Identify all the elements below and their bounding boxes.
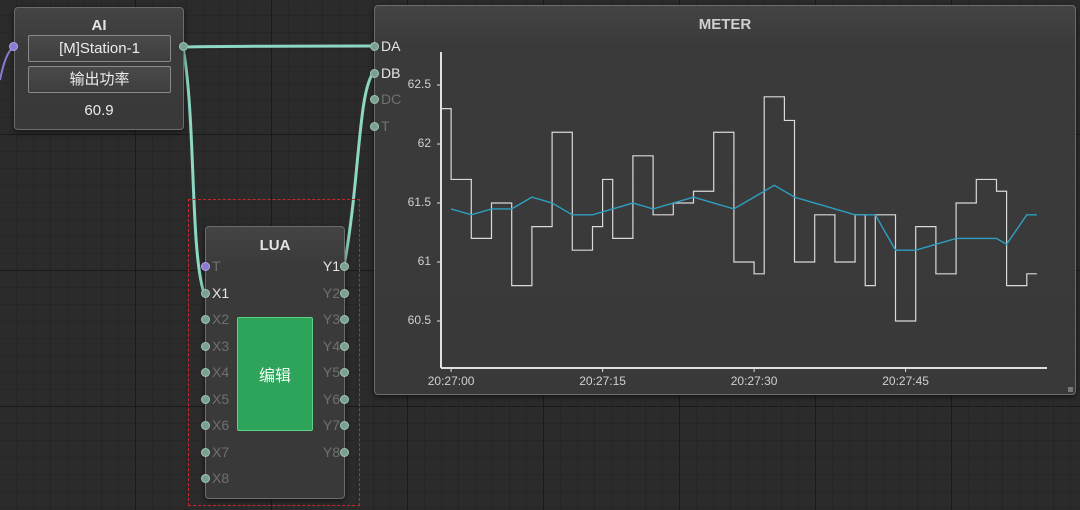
average-series-line: [450, 184, 1037, 251]
raw-series-line: [441, 96, 1037, 322]
meter-chart: [437, 52, 1047, 372]
